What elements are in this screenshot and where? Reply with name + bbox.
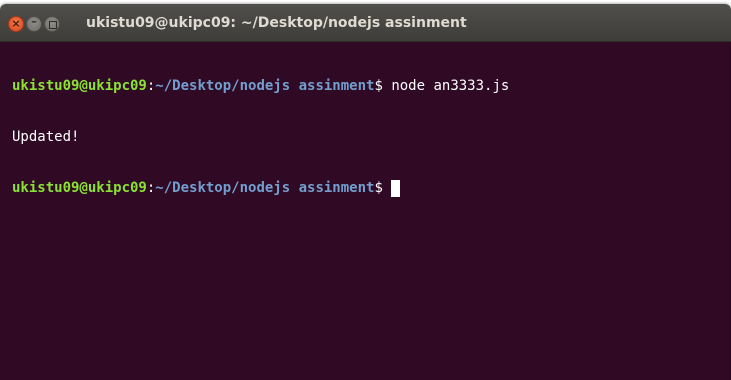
prompt-user-host: ukistu09@ukipc09 bbox=[12, 180, 147, 196]
title-bar[interactable]: × – ukistu09@ukipc09: ~/Desktop/nodejs a… bbox=[0, 4, 731, 42]
prompt-symbol: $ bbox=[374, 78, 392, 94]
minimize-button[interactable]: – bbox=[26, 16, 42, 32]
terminal-line-prompt: ukistu09@ukipc09:~/Desktop/nodejs assinm… bbox=[12, 180, 731, 197]
prompt-path: ~/Desktop/nodejs assinment bbox=[155, 78, 375, 94]
terminal-output[interactable]: ukistu09@ukipc09:~/Desktop/nodejs assinm… bbox=[0, 42, 731, 380]
maximize-button[interactable] bbox=[44, 16, 60, 32]
output-text: Updated! bbox=[12, 129, 80, 145]
minimize-icon: – bbox=[31, 15, 37, 28]
close-icon: × bbox=[11, 17, 21, 30]
prompt-user-host: ukistu09@ukipc09 bbox=[12, 78, 147, 94]
close-button[interactable]: × bbox=[8, 16, 24, 32]
prompt-symbol: $ bbox=[374, 180, 392, 196]
terminal-line-output: Updated! bbox=[12, 129, 731, 146]
prompt-path: ~/Desktop/nodejs assinment bbox=[155, 180, 375, 196]
command-text: node an3333.js bbox=[391, 78, 510, 94]
terminal-line-command: ukistu09@ukipc09:~/Desktop/nodejs assinm… bbox=[12, 78, 731, 95]
window-title: ukistu09@ukipc09: ~/Desktop/nodejs assin… bbox=[86, 15, 467, 31]
text-cursor bbox=[391, 180, 401, 197]
terminal-window: × – ukistu09@ukipc09: ~/Desktop/nodejs a… bbox=[0, 4, 731, 380]
maximize-icon bbox=[49, 21, 57, 29]
